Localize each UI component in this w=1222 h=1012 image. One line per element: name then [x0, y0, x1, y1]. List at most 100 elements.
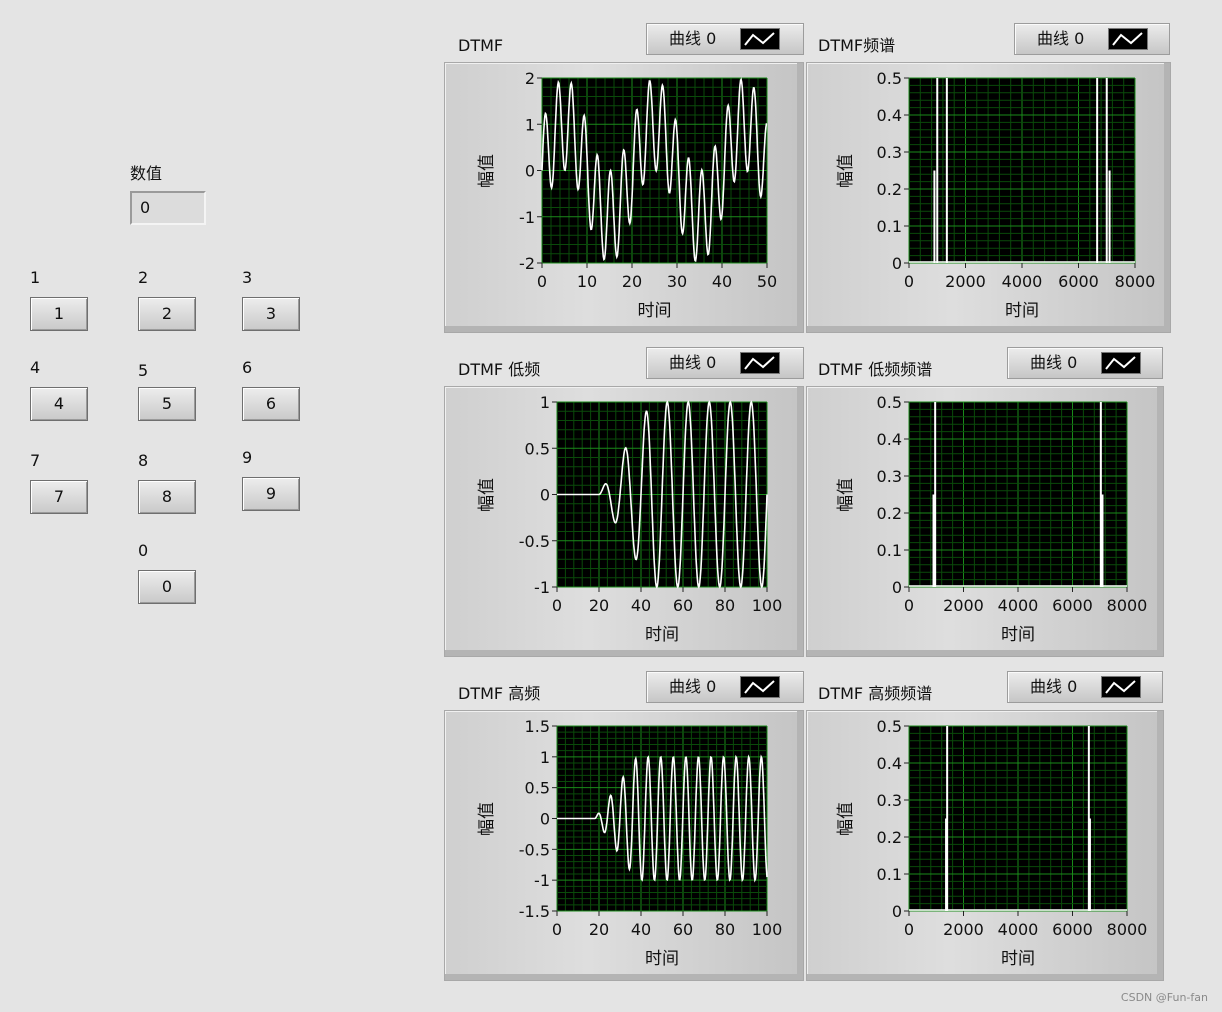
grid [908, 77, 1136, 264]
x-axis-label: 时间 [638, 301, 672, 321]
graph-title: DTMF [458, 36, 504, 55]
x-tick-label: 20 [589, 920, 609, 939]
y-tick-label: 1.5 [525, 717, 550, 736]
graph-title: DTMF频谱 [818, 36, 896, 55]
y-tick-label: 0 [540, 810, 550, 829]
chart-dtmf[interactable]: 0 10 20 30 40 50210-1-2时间幅值 [445, 63, 805, 334]
x-tick-label: 6000 [1052, 596, 1093, 615]
graph-title: DTMF 高频 [458, 684, 541, 703]
key-3-button[interactable]: 3 [242, 297, 300, 331]
key-5-button[interactable]: 5 [138, 387, 196, 421]
x-tick-label: 0 [537, 272, 547, 291]
y-tick-label: 1 [540, 748, 550, 767]
y-tick-label: 0.3 [877, 467, 902, 486]
x-tick-label: 2000 [943, 596, 984, 615]
y-tick-label: 0.5 [877, 717, 902, 736]
legend-label: 曲线 0 [1037, 29, 1085, 48]
y-axis-label: 幅值 [836, 478, 856, 512]
y-tick-label: 0.5 [525, 439, 550, 458]
key-9-label: 9 [242, 448, 253, 467]
plot-legend[interactable]: 曲线 0 [1014, 23, 1170, 55]
chart-dtmf-high[interactable]: 0 20 40 60 80 100 1.5 1 0.5 0 -0.5 -1 -1.5 时间 幅值 [445, 711, 805, 982]
line-style-icon [740, 28, 780, 50]
y-tick-label: -1 [534, 871, 550, 890]
plot-legend[interactable]: 曲线 0 [646, 23, 804, 55]
x-tick-label: 2000 [945, 272, 986, 291]
x-tick-label: 0 [904, 920, 914, 939]
x-tick-label: 20 [589, 596, 609, 615]
x-axis-label: 时间 [1001, 625, 1035, 645]
x-tick-label: 40 [712, 272, 732, 291]
x-tick-label: 40 [631, 596, 651, 615]
chart-dtmf-low-spectrum[interactable]: 0 2000 4000 6000 8000 0.5 0.4 0.3 0.2 0.1 0 时间 幅值 [807, 387, 1165, 658]
x-tick-label: 0 [904, 272, 914, 291]
line-style-icon [740, 676, 780, 698]
y-tick-label: 0.2 [877, 504, 902, 523]
x-tick-label: 8000 [1107, 596, 1148, 615]
graph-dtmf-high-spectrum: 0 2000 4000 6000 8000 0.5 0.4 0.3 0.2 0.1 0 时间 幅值 [806, 710, 1164, 981]
y-axis-label: 幅值 [836, 154, 856, 188]
plot-legend[interactable]: 曲线 0 [646, 347, 804, 379]
chart-dtmf-high-spectrum[interactable]: 0 2000 4000 6000 8000 0.5 0.4 0.3 0.2 0.1 0 时间 幅值 [807, 711, 1165, 982]
x-tick-label: 4000 [998, 596, 1039, 615]
y-tick-label: 0 [540, 486, 550, 505]
key-0-label: 0 [138, 541, 149, 560]
chart-dtmf-low[interactable]: 0 20 40 60 80 100 1 0.5 0 -0.5 -1 时间 幅值 [445, 387, 805, 658]
x-axis-label: 时间 [645, 949, 679, 969]
key-8-label: 8 [138, 451, 149, 470]
graph-dtmf-low: 0 20 40 60 80 100 1 0.5 0 -0.5 -1 时间 幅值 [444, 386, 804, 657]
x-axis-label: 时间 [1005, 301, 1039, 321]
y-tick-label: 0.2 [877, 180, 902, 199]
y-tick-label: 0.1 [877, 217, 902, 236]
key-4-button[interactable]: 4 [30, 387, 88, 421]
y-axis-label: 幅值 [477, 802, 497, 836]
y-tick-label: 0.5 [877, 393, 902, 412]
graph-dtmf-spectrum: 0 2000 4000 6000 8000 0.5 0.4 0.3 0.2 0.1 0 时间 幅值 [806, 62, 1171, 333]
y-tick-label: 0.5 [525, 779, 550, 798]
watermark: CSDN @Fun-fan [1120, 991, 1208, 1004]
x-tick-label: 0 [552, 920, 562, 939]
x-tick-label: 2000 [943, 920, 984, 939]
plot-legend[interactable]: 曲线 0 [646, 671, 804, 703]
key-2-button[interactable]: 2 [138, 297, 196, 331]
x-tick-label: 10 [577, 272, 597, 291]
y-tick-label: 0.4 [877, 106, 902, 125]
x-tick-label: 100 [752, 920, 783, 939]
grid [908, 725, 1128, 912]
graph-dtmf-low-spectrum: 0 2000 4000 6000 8000 0.5 0.4 0.3 0.2 0.1 0 时间 幅值 [806, 386, 1164, 657]
y-axis-label: 幅值 [836, 802, 856, 836]
line-style-icon [1108, 28, 1148, 50]
plot-legend[interactable]: 曲线 0 [1007, 671, 1163, 703]
x-tick-label: 50 [757, 272, 777, 291]
y-tick-label: 0.4 [877, 754, 902, 773]
key-8-button[interactable]: 8 [138, 480, 196, 514]
x-tick-label: 4000 [998, 920, 1039, 939]
key-4-label: 4 [30, 358, 41, 377]
graph-dtmf: 0 10 20 30 40 50 2 1 0 -1 -2 时间 幅值 [444, 62, 804, 333]
x-tick-label: 100 [752, 596, 783, 615]
line-style-icon [740, 352, 780, 374]
legend-label: 曲线 0 [669, 677, 717, 696]
y-tick-label: -0.5 [519, 532, 550, 551]
x-tick-label: 30 [667, 272, 687, 291]
key-7-button[interactable]: 7 [30, 480, 88, 514]
key-1-button[interactable]: 1 [30, 297, 88, 331]
key-9-button[interactable]: 9 [242, 477, 300, 511]
key-0-button[interactable]: 0 [138, 570, 196, 604]
x-tick-label: 0 [904, 596, 914, 615]
key-6-button[interactable]: 6 [242, 387, 300, 421]
y-tick-label: 2 [525, 69, 535, 88]
y-tick-label: 0.3 [877, 791, 902, 810]
plot-legend[interactable]: 曲线 0 [1007, 347, 1163, 379]
line-style-icon [1101, 352, 1141, 374]
chart-dtmf-spectrum[interactable]: 0 2000 4000 6000 8000 0.5 0.4 0.3 0.2 0.1 0 时间 幅值 [807, 63, 1172, 334]
y-tick-label: 0.4 [877, 430, 902, 449]
key-2-label: 2 [138, 268, 149, 287]
y-tick-label: 0.1 [877, 541, 902, 560]
x-tick-label: 6000 [1058, 272, 1099, 291]
key-6-label: 6 [242, 358, 253, 377]
numeric-indicator[interactable]: 0 [130, 191, 206, 225]
x-axis-label: 时间 [1001, 949, 1035, 969]
graph-title: DTMF 高频频谱 [818, 684, 933, 703]
legend-label: 曲线 0 [669, 29, 717, 48]
